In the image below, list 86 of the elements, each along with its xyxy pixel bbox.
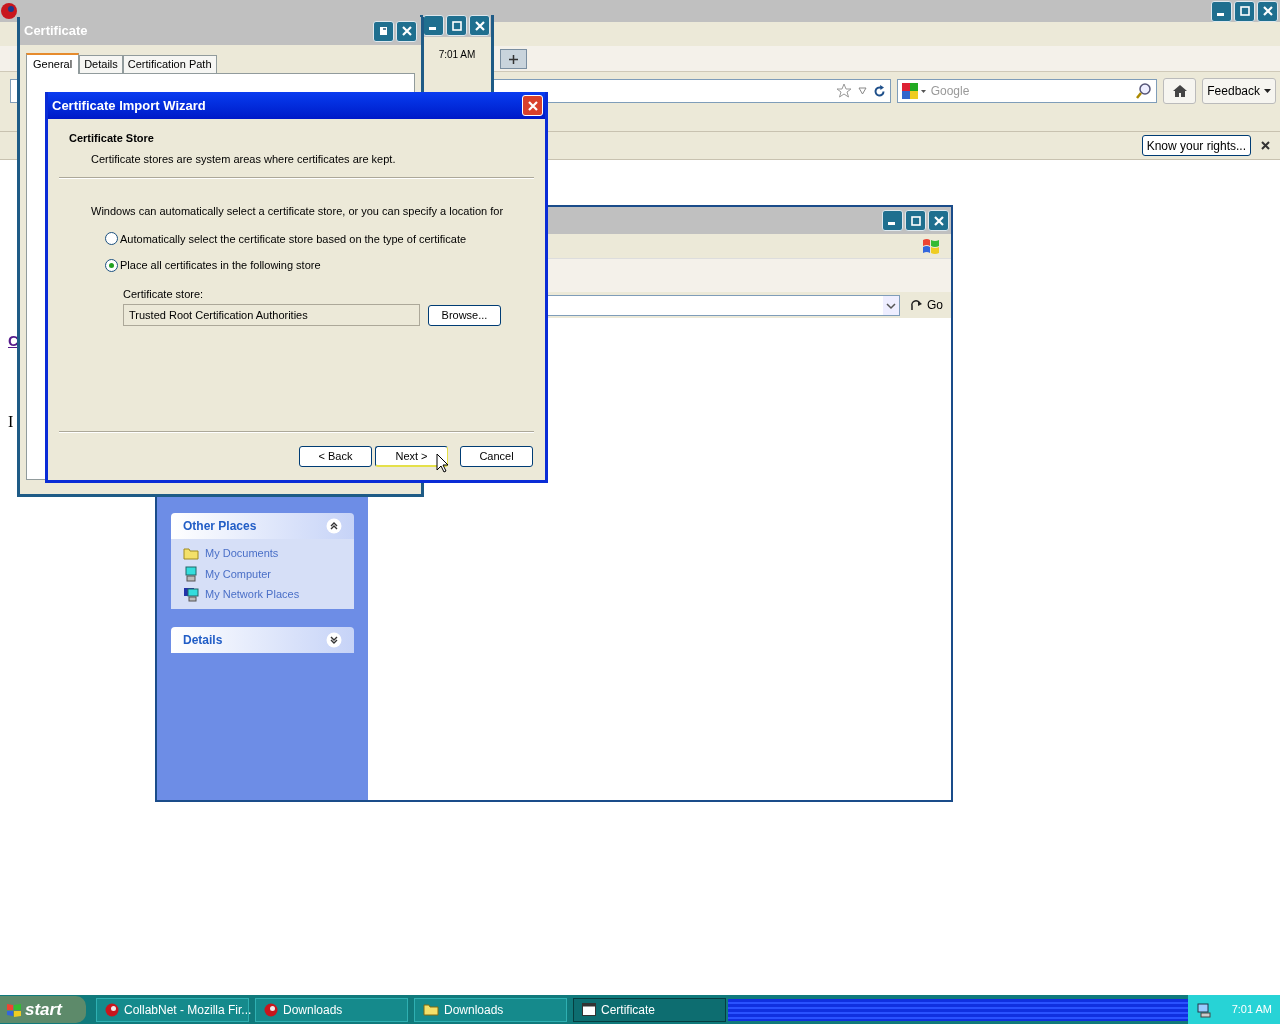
close-button[interactable] xyxy=(1257,0,1278,22)
minimize-icon xyxy=(428,27,436,30)
browser-icon xyxy=(105,1002,119,1017)
search-engine-icon[interactable] xyxy=(900,82,927,100)
search-field[interactable]: Google xyxy=(896,79,1158,103)
feedback-button[interactable]: Feedback xyxy=(1202,78,1276,104)
clock: 7:01 AM xyxy=(1231,1002,1272,1018)
know-your-rights-button[interactable]: Know your rights... xyxy=(1141,135,1251,156)
taskbar-button[interactable]: CollabNet - Mozilla Fir... xyxy=(96,997,249,1022)
maximize-button[interactable] xyxy=(905,210,926,231)
back-button[interactable]: < Back xyxy=(299,446,372,467)
start-button[interactable]: start xyxy=(0,996,86,1023)
go-button[interactable]: Go xyxy=(904,294,949,316)
place-link[interactable]: My Documents xyxy=(205,545,279,562)
maximize-icon xyxy=(909,214,922,227)
star-icon xyxy=(835,83,852,99)
maximize-icon xyxy=(1238,5,1251,17)
taskbar-button[interactable]: Downloads xyxy=(414,997,567,1022)
close-icon xyxy=(473,19,486,32)
minimize-icon xyxy=(1216,12,1224,16)
browser-logo-icon xyxy=(0,2,18,20)
close-icon[interactable] xyxy=(1261,141,1270,150)
maximize-button[interactable] xyxy=(446,15,467,36)
new-tab-button[interactable] xyxy=(500,49,527,69)
place-link[interactable]: My Network Places xyxy=(205,586,300,603)
home-icon xyxy=(1171,84,1188,98)
reload-icon xyxy=(872,84,886,98)
taskbar-button[interactable]: Downloads xyxy=(255,997,408,1022)
help-icon xyxy=(377,25,390,37)
network-icon[interactable] xyxy=(1196,1001,1212,1018)
minimize-button[interactable] xyxy=(882,210,903,231)
home-button[interactable] xyxy=(1163,78,1197,104)
dropdown-icon[interactable] xyxy=(883,295,899,315)
dropdown-icon xyxy=(857,87,867,95)
close-icon xyxy=(400,25,413,37)
mouse-cursor-icon xyxy=(436,453,448,473)
folder-icon xyxy=(183,546,199,561)
close-icon xyxy=(526,99,539,112)
help-button[interactable] xyxy=(373,20,394,42)
caret-icon xyxy=(1264,89,1271,93)
folder-icon xyxy=(423,1003,439,1016)
collapse-icon[interactable] xyxy=(326,518,342,534)
close-button[interactable] xyxy=(396,20,417,42)
maximize-button[interactable] xyxy=(1234,0,1255,22)
taskbar-button[interactable]: Certificate xyxy=(573,997,726,1022)
tab[interactable]: General xyxy=(26,53,80,74)
network-icon xyxy=(183,586,199,603)
minimize-button[interactable] xyxy=(1211,0,1232,22)
expand-icon[interactable] xyxy=(326,631,342,648)
radio-label[interactable]: Automatically select the certificate store based on the type of certificate xyxy=(120,230,467,247)
minimize-button[interactable] xyxy=(423,15,444,36)
panel-title: Other Places xyxy=(183,518,257,535)
window-title: Certificate xyxy=(24,22,88,41)
browse-button[interactable]: Browse... xyxy=(428,304,501,326)
radio-button[interactable] xyxy=(105,258,118,272)
panel-header[interactable]: Other Places xyxy=(171,513,354,539)
close-icon xyxy=(932,214,945,227)
field-label: Certificate store: xyxy=(123,286,205,302)
instructions: Windows can automatically select a certificate store, or you can specify a location for xyxy=(91,204,505,219)
windows-flag-icon xyxy=(921,237,941,255)
cancel-button[interactable]: Cancel xyxy=(460,446,533,467)
window-icon xyxy=(582,1003,596,1016)
close-button[interactable] xyxy=(928,210,949,231)
window-title: Certificate Import Wizard xyxy=(52,96,206,115)
page-description: Certificate stores are system areas where certificates are kept. xyxy=(91,151,397,167)
radio-label[interactable]: Place all certificates in the following store xyxy=(120,257,321,274)
minimize-icon xyxy=(887,222,895,225)
close-button[interactable] xyxy=(469,15,490,36)
panel-header[interactable]: Details xyxy=(171,626,354,653)
place-link[interactable]: My Computer xyxy=(205,565,272,582)
plus-icon xyxy=(508,53,519,65)
panel-title: Details xyxy=(183,631,223,649)
browser-icon xyxy=(264,1002,278,1017)
go-arrow-icon xyxy=(910,298,924,312)
next-button[interactable]: Next > xyxy=(375,446,448,467)
page-heading: Certificate Store xyxy=(69,131,155,146)
maximize-icon xyxy=(450,19,463,32)
close-icon xyxy=(1261,5,1274,17)
clock-time: 7:01 AM xyxy=(437,48,477,62)
computer-icon xyxy=(183,565,199,582)
windows-logo-icon xyxy=(6,1001,22,1018)
radio-button[interactable] xyxy=(105,232,118,246)
search-input[interactable]: Google xyxy=(930,82,1132,100)
page-text: I xyxy=(8,412,14,432)
certificate-store-field[interactable]: Trusted Root Certification Authorities xyxy=(123,304,420,326)
search-icon[interactable] xyxy=(1135,82,1154,100)
